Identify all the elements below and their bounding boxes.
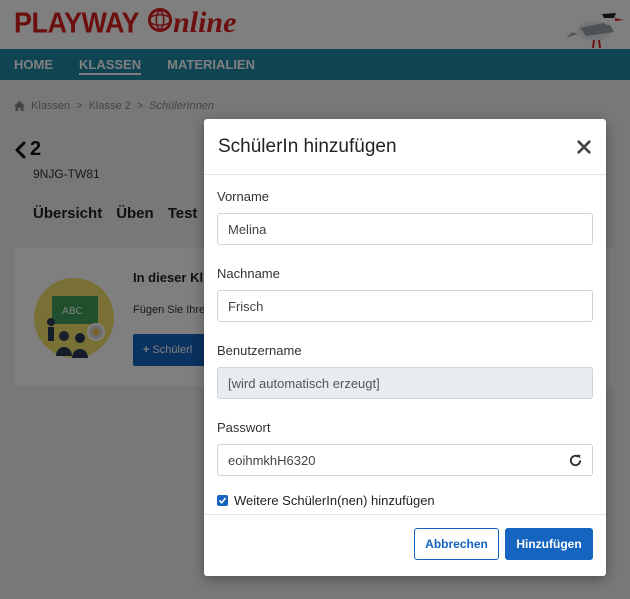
modal-footer: Abbrechen Hinzufügen	[204, 514, 606, 576]
cancel-button[interactable]: Abbrechen	[414, 528, 499, 560]
checkmark-icon	[218, 497, 227, 504]
passwort-label: Passwort	[217, 420, 271, 435]
nachname-label: Nachname	[217, 266, 280, 281]
vorname-label: Vorname	[217, 189, 270, 204]
benutzername-input: [wird automatisch erzeugt]	[217, 367, 593, 399]
modal-title: SchülerIn hinzufügen	[218, 135, 397, 157]
add-student-modal: SchülerIn hinzufügen Vorname Melina Nach…	[204, 119, 606, 576]
passwort-value: eoihmkhH6320	[228, 452, 316, 468]
modal-body: Vorname Melina Nachname Frisch Benutzern…	[204, 175, 606, 508]
close-icon[interactable]	[576, 139, 592, 155]
benutzername-label: Benutzername	[217, 343, 302, 358]
modal-header: SchülerIn hinzufügen	[204, 119, 606, 175]
vorname-input[interactable]: Melina	[217, 213, 593, 245]
passwort-input[interactable]: eoihmkhH6320	[217, 444, 593, 476]
add-button[interactable]: Hinzufügen	[505, 528, 593, 560]
more-students-checkbox[interactable]	[217, 495, 228, 506]
more-students-checkbox-row[interactable]: Weitere SchülerIn(nen) hinzufügen	[217, 493, 593, 508]
nachname-input[interactable]: Frisch	[217, 290, 593, 322]
more-students-checkbox-label: Weitere SchülerIn(nen) hinzufügen	[234, 493, 435, 508]
refresh-icon[interactable]	[568, 453, 583, 468]
